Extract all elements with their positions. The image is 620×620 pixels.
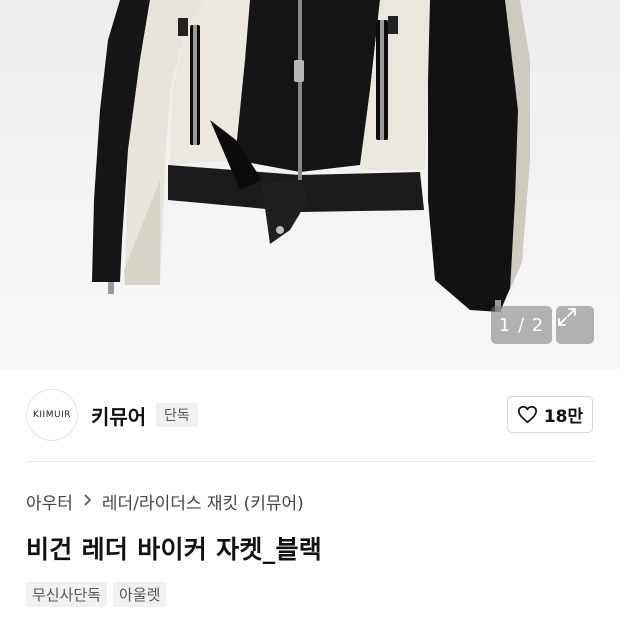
like-button[interactable]: 18만 bbox=[507, 396, 593, 433]
heart-icon bbox=[517, 405, 537, 424]
tag-musinsa-exclusive[interactable]: 무신사단독 bbox=[26, 582, 108, 607]
image-counter: 1 / 2 bbox=[491, 306, 552, 344]
divider bbox=[26, 461, 594, 462]
product-title: 비건 레더 바이커 자켓_블랙 bbox=[26, 535, 323, 564]
like-count: 18만 bbox=[543, 407, 584, 427]
brand-logo-text: KIIMUIR bbox=[33, 410, 71, 420]
breadcrumb: 아우터 레더/라이더스 재킷 (키뮤어) bbox=[26, 489, 304, 514]
product-image-gallery[interactable]: 1 / 2 bbox=[0, 0, 620, 370]
breadcrumb-category[interactable]: 아우터 bbox=[26, 489, 73, 514]
expand-icon bbox=[558, 308, 576, 326]
chevron-right-icon bbox=[83, 492, 92, 511]
brand-name[interactable]: 키뮤어 bbox=[91, 401, 146, 430]
brand-logo[interactable]: KIIMUIR bbox=[26, 389, 78, 441]
product-tags: 무신사단독 아울렛 bbox=[26, 582, 167, 607]
exclusive-badge: 단독 bbox=[156, 403, 198, 427]
breadcrumb-subcategory[interactable]: 레더/라이더스 재킷 (키뮤어) bbox=[102, 489, 304, 514]
expand-button[interactable] bbox=[556, 306, 594, 344]
brand-row: KIIMUIR 키뮤어 단독 18만 bbox=[0, 370, 620, 462]
tag-outlet[interactable]: 아울렛 bbox=[113, 582, 167, 607]
